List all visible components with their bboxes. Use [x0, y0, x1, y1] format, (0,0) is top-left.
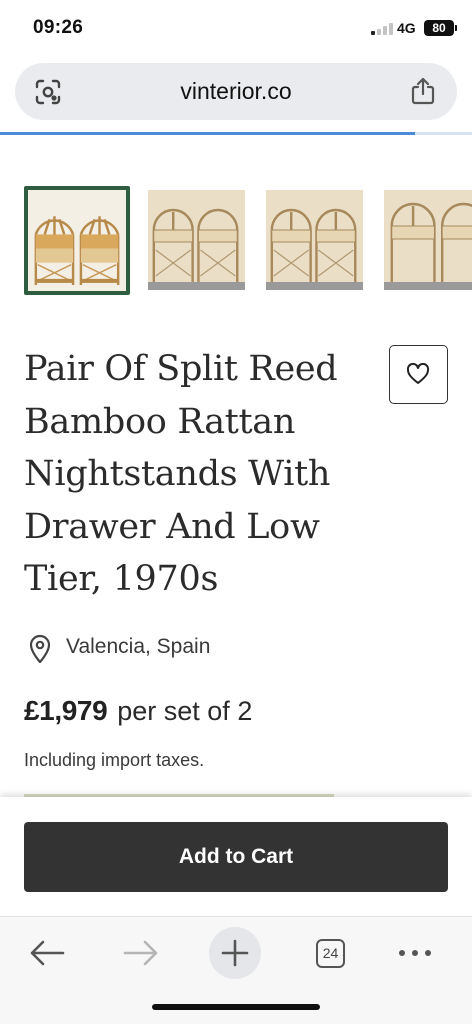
battery-icon: 80: [424, 20, 457, 36]
url-text[interactable]: vinterior.co: [15, 78, 457, 105]
heart-icon: [406, 363, 430, 384]
tab-switcher-icon[interactable]: 24: [304, 927, 356, 979]
price: £1,979: [24, 695, 108, 726]
gallery-thumbnail-selected[interactable]: [24, 186, 130, 295]
status-time: 09:26: [33, 17, 84, 38]
add-to-cart-button[interactable]: Add to Cart: [24, 822, 448, 892]
home-indicator: [152, 1004, 320, 1010]
tax-note: Including import taxes.: [24, 750, 205, 770]
location-pin-icon: [29, 634, 51, 664]
gallery-thumbnail[interactable]: [384, 190, 472, 290]
page-load-progress: [0, 132, 472, 135]
price-unit: per set of 2: [117, 696, 253, 726]
forward-icon[interactable]: [115, 927, 167, 979]
url-bar[interactable]: vinterior.co: [15, 63, 457, 120]
gallery-thumbnail[interactable]: [148, 190, 245, 290]
page-load-progress-fill: [0, 132, 416, 135]
location-text: Valencia, Spain: [66, 635, 211, 658]
share-icon[interactable]: [409, 76, 437, 106]
favorite-button[interactable]: [389, 345, 448, 404]
signal-icon: [371, 23, 393, 35]
status-bar: 09:26 4G 80: [0, 0, 472, 58]
network-type: 4G: [397, 20, 416, 36]
gallery-thumbnail[interactable]: [266, 190, 363, 290]
new-tab-icon[interactable]: [209, 927, 261, 979]
back-icon[interactable]: [21, 927, 73, 979]
price-row: £1,979 per set of 2: [24, 695, 252, 727]
product-title: Pair Of Split Reed Bamboo Rattan Nightst…: [24, 349, 338, 599]
tab-count: 24: [316, 939, 345, 968]
image-gallery: [24, 186, 472, 296]
more-icon[interactable]: [389, 927, 441, 979]
